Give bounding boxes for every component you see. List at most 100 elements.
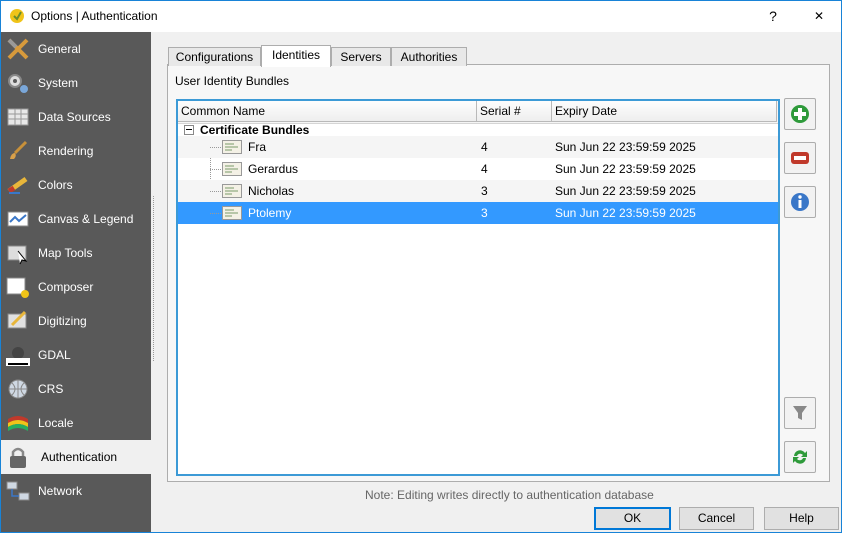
composer-icon (6, 277, 29, 298)
cell-common-name: Nicholas (248, 184, 295, 198)
ok-button[interactable]: OK (594, 507, 671, 530)
tab-identities[interactable]: Identities (261, 45, 331, 67)
sidebar-item-label: General (38, 42, 81, 56)
tree-branch-line (210, 191, 221, 192)
certificate-icon (222, 140, 242, 154)
tree-group-row[interactable]: Certificate Bundles (178, 123, 778, 137)
sidebar-item-label: CRS (38, 382, 64, 396)
sidebar-item-label: Rendering (38, 144, 94, 158)
tree-branch-line (210, 213, 221, 214)
sidebar-item-authentication[interactable]: Authentication (1, 440, 151, 474)
collapse-toggle[interactable] (184, 125, 194, 135)
sidebar: General System Data Sources Rendering Co… (1, 32, 151, 532)
map-canvas-icon (7, 211, 29, 227)
sidebar-item-label: Map Tools (38, 246, 93, 260)
cell-serial: 4 (481, 140, 488, 154)
sidebar-item-canvas-legend[interactable]: Canvas & Legend (1, 202, 151, 236)
sidebar-item-network[interactable]: Network (1, 474, 151, 508)
cell-expiry: Sun Jun 22 23:59:59 2025 (555, 140, 696, 154)
options-dialog: Options | Authentication ? ✕ General Sys… (0, 0, 842, 533)
sidebar-item-data-sources[interactable]: Data Sources (1, 100, 151, 134)
splitter-handle[interactable] (153, 196, 157, 361)
sidebar-item-system[interactable]: System (1, 66, 151, 100)
globe-icon (8, 379, 28, 399)
title-bar: Options | Authentication ? ✕ (1, 1, 841, 32)
sidebar-item-digitizing[interactable]: Digitizing (1, 304, 151, 338)
add-identity-button[interactable] (784, 98, 816, 130)
cell-common-name: Fra (248, 140, 266, 154)
filter-button[interactable] (784, 397, 816, 429)
sidebar-item-general[interactable]: General (1, 32, 151, 66)
table-row-selected[interactable]: Ptolemy 3 Sun Jun 22 23:59:59 2025 (178, 202, 778, 224)
sidebar-item-gdal[interactable]: GDAL (1, 338, 151, 372)
tab-authorities[interactable]: Authorities (391, 47, 467, 66)
help-title-button[interactable]: ? (763, 5, 783, 27)
identities-tree[interactable]: Common Name Serial # Expiry Date Certifi… (176, 99, 780, 476)
sidebar-item-label: Colors (38, 178, 73, 192)
gears-icon (8, 74, 28, 93)
tab-servers[interactable]: Servers (331, 47, 391, 66)
close-button[interactable]: ✕ (807, 5, 831, 27)
group-name: Certificate Bundles (200, 123, 310, 137)
remove-identity-button[interactable] (784, 142, 816, 174)
padlock-icon (10, 447, 26, 468)
sidebar-item-composer[interactable]: Composer (1, 270, 151, 304)
palette-icon (7, 176, 28, 194)
sidebar-item-label: Canvas & Legend (38, 212, 134, 226)
cell-expiry: Sun Jun 22 23:59:59 2025 (555, 162, 696, 176)
sidebar-item-label: Locale (38, 416, 74, 430)
table-icon (7, 108, 29, 126)
sidebar-item-label: System (38, 76, 79, 90)
tree-branch-line (210, 147, 221, 148)
cancel-button[interactable]: Cancel (679, 507, 754, 530)
cell-expiry: Sun Jun 22 23:59:59 2025 (555, 184, 696, 198)
flag-icon (8, 416, 28, 431)
table-row[interactable]: Fra 4 Sun Jun 22 23:59:59 2025 (178, 136, 778, 158)
help-button[interactable]: Help (764, 507, 839, 530)
refresh-icon (793, 450, 807, 464)
sidebar-item-rendering[interactable]: Rendering (1, 134, 151, 168)
table-row[interactable]: Gerardus 4 Sun Jun 22 23:59:59 2025 (178, 158, 778, 180)
add-icon (791, 105, 809, 123)
remove-icon (791, 152, 809, 164)
cell-expiry: Sun Jun 22 23:59:59 2025 (555, 206, 696, 220)
table-header: Common Name Serial # Expiry Date (178, 101, 778, 124)
network-icon (6, 481, 30, 501)
column-header-expiry-date[interactable]: Expiry Date (552, 101, 777, 122)
cell-common-name: Gerardus (248, 162, 299, 176)
window-title: Options | Authentication (31, 9, 158, 23)
sidebar-item-label: GDAL (38, 348, 71, 362)
sidebar-item-crs[interactable]: CRS (1, 372, 151, 406)
sidebar-item-label: Digitizing (38, 314, 87, 328)
sidebar-item-map-tools[interactable]: Map Tools (1, 236, 151, 270)
cell-common-name: Ptolemy (248, 206, 292, 220)
sidebar-item-locale[interactable]: Locale (1, 406, 151, 440)
sidebar-item-label: Network (38, 484, 83, 498)
cell-serial: 4 (481, 162, 488, 176)
sidebar-item-label: Data Sources (38, 110, 111, 124)
cell-serial: 3 (481, 206, 488, 220)
tree-branch-line (210, 169, 221, 170)
tools-icon (7, 38, 29, 60)
sidebar-item-label: Authentication (41, 450, 118, 464)
column-header-common-name[interactable]: Common Name (178, 101, 477, 122)
tab-configurations[interactable]: Configurations (168, 47, 261, 66)
certificate-icon (222, 206, 242, 220)
filter-icon (793, 406, 807, 420)
map-tools-icon (7, 245, 28, 265)
note-text: Note: Editing writes directly to authent… (365, 488, 654, 502)
refresh-button[interactable] (784, 441, 816, 473)
certificate-icon (222, 162, 242, 176)
gdal-icon (6, 347, 30, 366)
group-label: User Identity Bundles (175, 74, 290, 88)
cell-serial: 3 (481, 184, 488, 198)
info-button[interactable] (784, 186, 816, 218)
digitizing-icon (7, 310, 27, 329)
qgis-logo-icon (10, 9, 24, 23)
table-row[interactable]: Nicholas 3 Sun Jun 22 23:59:59 2025 (178, 180, 778, 202)
sidebar-item-colors[interactable]: Colors (1, 168, 151, 202)
column-header-serial[interactable]: Serial # (477, 101, 552, 122)
brush-icon (10, 140, 28, 159)
certificate-icon (222, 184, 242, 198)
sidebar-item-label: Composer (38, 280, 94, 294)
